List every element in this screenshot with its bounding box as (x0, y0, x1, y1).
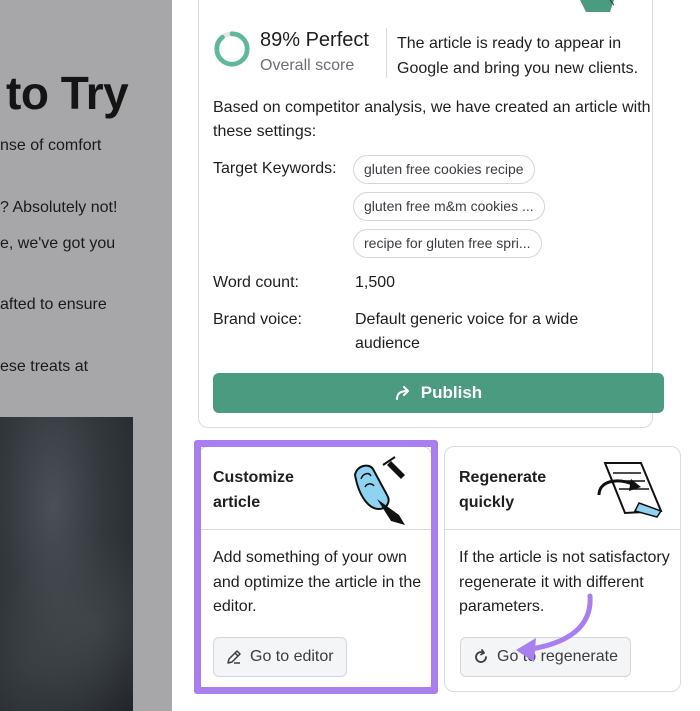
divider (386, 28, 387, 78)
publish-label: Publish (420, 383, 483, 402)
article-text-line: afted to ensure (0, 296, 107, 313)
card-divider (445, 529, 680, 530)
settings-intro: Based on competitor analysis, we have cr… (213, 99, 651, 140)
keyword-chip: gluten free m&m cookies ... (353, 192, 545, 221)
word-count-label: Word count: (213, 274, 299, 291)
article-text-line: ? Absolutely not! (0, 199, 118, 216)
score-message: The article is ready to appear in Google… (397, 35, 639, 77)
word-count-value: 1,500 (355, 274, 396, 291)
decorative-flag-icon (580, 0, 614, 12)
article-text-line: ese treats at (0, 358, 89, 375)
paper-refresh-illustration-icon (597, 462, 663, 518)
score-ring-icon (214, 31, 250, 67)
keyword-chip: recipe for gluten free spri... (353, 229, 542, 258)
article-heading: to Try (6, 67, 129, 119)
keyword-chip: gluten free cookies recipe (353, 155, 535, 184)
keywords-label: Target Keywords: (213, 160, 337, 177)
article-results-panel: 89% Perfect Overall score The article is… (172, 0, 700, 711)
brand-voice-value: Default generic voice for a wide audienc… (355, 311, 579, 352)
score-title: 89% Perfect (260, 29, 369, 51)
pointer-arrow-icon (516, 593, 593, 662)
publish-button[interactable]: Publish (213, 373, 664, 413)
highlight-box (194, 440, 438, 694)
article-text-line: e, we've got you (0, 235, 116, 252)
article-preview: to Try nse of comfort ? Absolutely not! … (0, 0, 172, 711)
share-arrow-icon (395, 386, 409, 400)
refresh-icon (475, 649, 487, 663)
article-photo (0, 417, 133, 711)
article-text-line: nse of comfort (0, 137, 102, 154)
brand-voice-label: Brand voice: (213, 311, 302, 328)
regenerate-card-title: Regenerate quickly (459, 469, 547, 511)
score-subtitle: Overall score (260, 57, 355, 74)
